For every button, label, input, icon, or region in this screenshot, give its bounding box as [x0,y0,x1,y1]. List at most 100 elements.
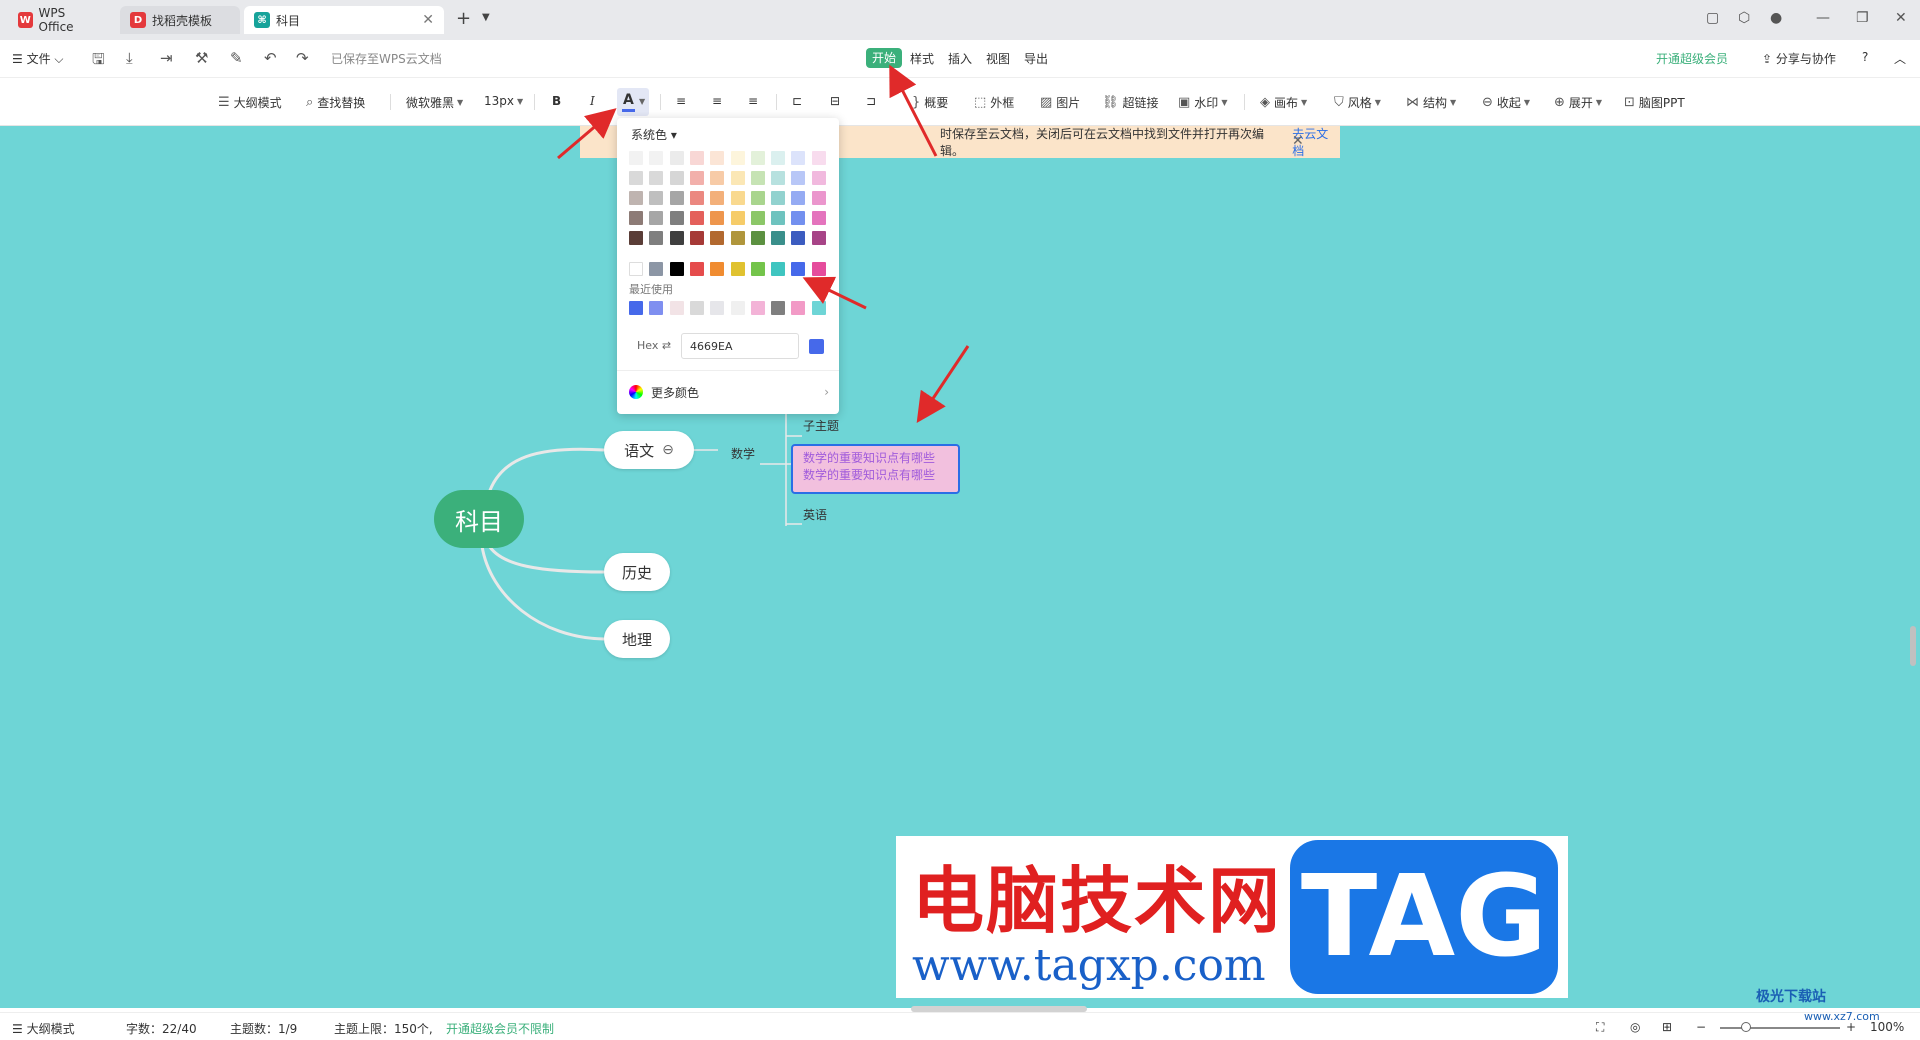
color-swatch[interactable] [811,151,826,165]
watermark-button[interactable]: ▣ 水印 ▼ [1178,94,1227,111]
hyperlink-button[interactable]: ⛓ 超链接 [1102,94,1159,111]
vip-unlimited-link[interactable]: 开通超级会员不限制 [446,1020,554,1037]
file-menu[interactable]: ☰ 文件 ⌵ [12,50,64,67]
branch-yuwen[interactable]: 语文 ⊖ [604,431,694,469]
color-swatch[interactable] [791,262,806,276]
mindmap-canvas[interactable]: 时保存至云文档，关闭后可在云文档中找到文件并打开再次编辑。 去云文档 ✕ 科目 … [0,126,1920,1008]
image-button[interactable]: ▨ 图片 [1040,94,1080,111]
color-swatch[interactable] [811,171,826,185]
color-swatch[interactable] [629,231,643,245]
collapse-button[interactable]: ⊖ 收起 ▼ [1482,94,1530,111]
color-swatch[interactable] [730,231,745,245]
font-size-select[interactable]: 13px ▼ [484,94,523,108]
color-swatch[interactable] [689,151,704,165]
italic-button[interactable]: I [590,94,595,108]
zoom-slider[interactable] [1720,1027,1840,1029]
color-swatch[interactable] [629,211,643,225]
recent-color-swatch[interactable] [791,301,806,315]
align-center-icon[interactable]: ≡ [712,94,722,108]
color-swatch[interactable] [649,151,664,165]
color-swatch[interactable] [629,171,643,185]
menu-view[interactable]: 视图 [986,50,1010,67]
color-swatch[interactable] [710,191,725,205]
download-icon[interactable]: ⤓ [126,49,133,67]
color-swatch[interactable] [791,151,806,165]
vip-button[interactable]: 开通超级会员 [1656,50,1728,67]
menu-export[interactable]: 导出 [1024,50,1048,67]
branch-dili[interactable]: 地理 [604,620,670,658]
hex-input[interactable]: 4669EA [681,333,799,359]
color-swatch[interactable] [750,191,765,205]
avatar[interactable]: ● [1770,10,1782,26]
structure-button[interactable]: ⋈ 结构 ▼ [1406,94,1456,111]
color-swatch[interactable] [649,262,664,276]
color-swatch[interactable] [689,191,704,205]
map-icon[interactable]: ⊞ [1662,1020,1672,1034]
recent-color-swatch[interactable] [750,301,765,315]
minimize-icon[interactable]: — [1816,10,1830,26]
recent-color-swatch[interactable] [669,301,684,315]
color-swatch[interactable] [811,231,826,245]
menu-insert[interactable]: 插入 [948,50,972,67]
color-swatch[interactable] [771,151,786,165]
collapse-ribbon-icon[interactable]: ︿ [1894,50,1906,67]
insert-child-icon[interactable]: ⊏ [792,94,802,108]
color-swatch[interactable] [791,231,806,245]
insert-parent-icon[interactable]: ⊐ [866,94,876,108]
format-painter-icon[interactable]: ⚒ [195,49,208,67]
outline-mode-status[interactable]: ☰ 大纲模式 [12,1020,75,1037]
root-topic[interactable]: 科目 [434,490,524,548]
color-swatch[interactable] [669,211,684,225]
subtopic-yingyu[interactable]: 英语 [803,506,827,523]
pen-icon[interactable]: ✎ [230,49,243,67]
tab-wps-office[interactable]: W WPS Office [8,6,108,34]
color-swatch[interactable] [730,211,745,225]
restore-icon[interactable]: ❐ [1856,10,1869,26]
zoom-out-icon[interactable]: − [1696,1020,1706,1034]
save-icon[interactable]: 🖫 [92,49,105,74]
menu-style[interactable]: 样式 [910,50,934,67]
color-swatch[interactable] [771,211,786,225]
more-colors-item[interactable]: 更多颜色 › [629,382,829,402]
recent-color-swatch[interactable] [649,301,664,315]
outline-mode-button[interactable]: ☰ 大纲模式 [218,94,282,111]
color-swatch[interactable] [811,191,826,205]
color-swatch[interactable] [710,171,725,185]
canvas-button[interactable]: ◈ 画布 ▼ [1260,94,1307,111]
color-swatch[interactable] [750,231,765,245]
color-swatch[interactable] [771,171,786,185]
color-swatch[interactable] [669,151,684,165]
recent-color-swatch[interactable] [689,301,704,315]
tab-mindmap-file[interactable]: ⌘ 科目 ✕ [244,6,444,34]
color-swatch[interactable] [689,231,704,245]
color-swatch[interactable] [629,151,643,165]
branch-lishi[interactable]: 历史 [604,553,670,591]
color-swatch[interactable] [750,211,765,225]
font-select[interactable]: 微软雅黑 ▼ [406,94,463,111]
color-swatch[interactable] [710,231,725,245]
color-swatch[interactable] [771,262,786,276]
subtopic-zizhuti[interactable]: 子主题 [803,417,839,434]
new-tab-icon[interactable]: + [456,8,471,29]
color-swatch[interactable] [811,262,826,276]
mindmap-ppt-button[interactable]: ⊡ 脑图PPT [1624,94,1685,111]
recent-color-swatch[interactable] [710,301,725,315]
color-swatch[interactable] [689,211,704,225]
expand-button[interactable]: ⊕ 展开 ▼ [1554,94,1602,111]
align-right-icon[interactable]: ≡ [748,94,758,108]
help-icon[interactable]: ? [1862,50,1868,64]
cube-icon[interactable]: ⬡ [1738,10,1750,26]
undo-icon[interactable]: ↶ [264,49,277,67]
color-swatch[interactable] [710,211,725,225]
find-replace-button[interactable]: ⌕ 查找替换 [306,94,365,111]
layout-icon[interactable]: ▢ [1706,10,1719,26]
color-swatch[interactable] [791,211,806,225]
color-swatch[interactable] [730,151,745,165]
link-icon[interactable]: ⊖ [662,442,674,458]
tab-docer-templates[interactable]: D 找稻壳模板 [120,6,240,34]
recent-color-swatch[interactable] [811,301,826,315]
color-swatch[interactable] [689,171,704,185]
color-swatch[interactable] [669,171,684,185]
selected-topic[interactable]: 数学的重要知识点有哪些 数学的重要知识点有哪些 [791,444,960,494]
export-icon[interactable]: ⇥ [160,49,173,67]
